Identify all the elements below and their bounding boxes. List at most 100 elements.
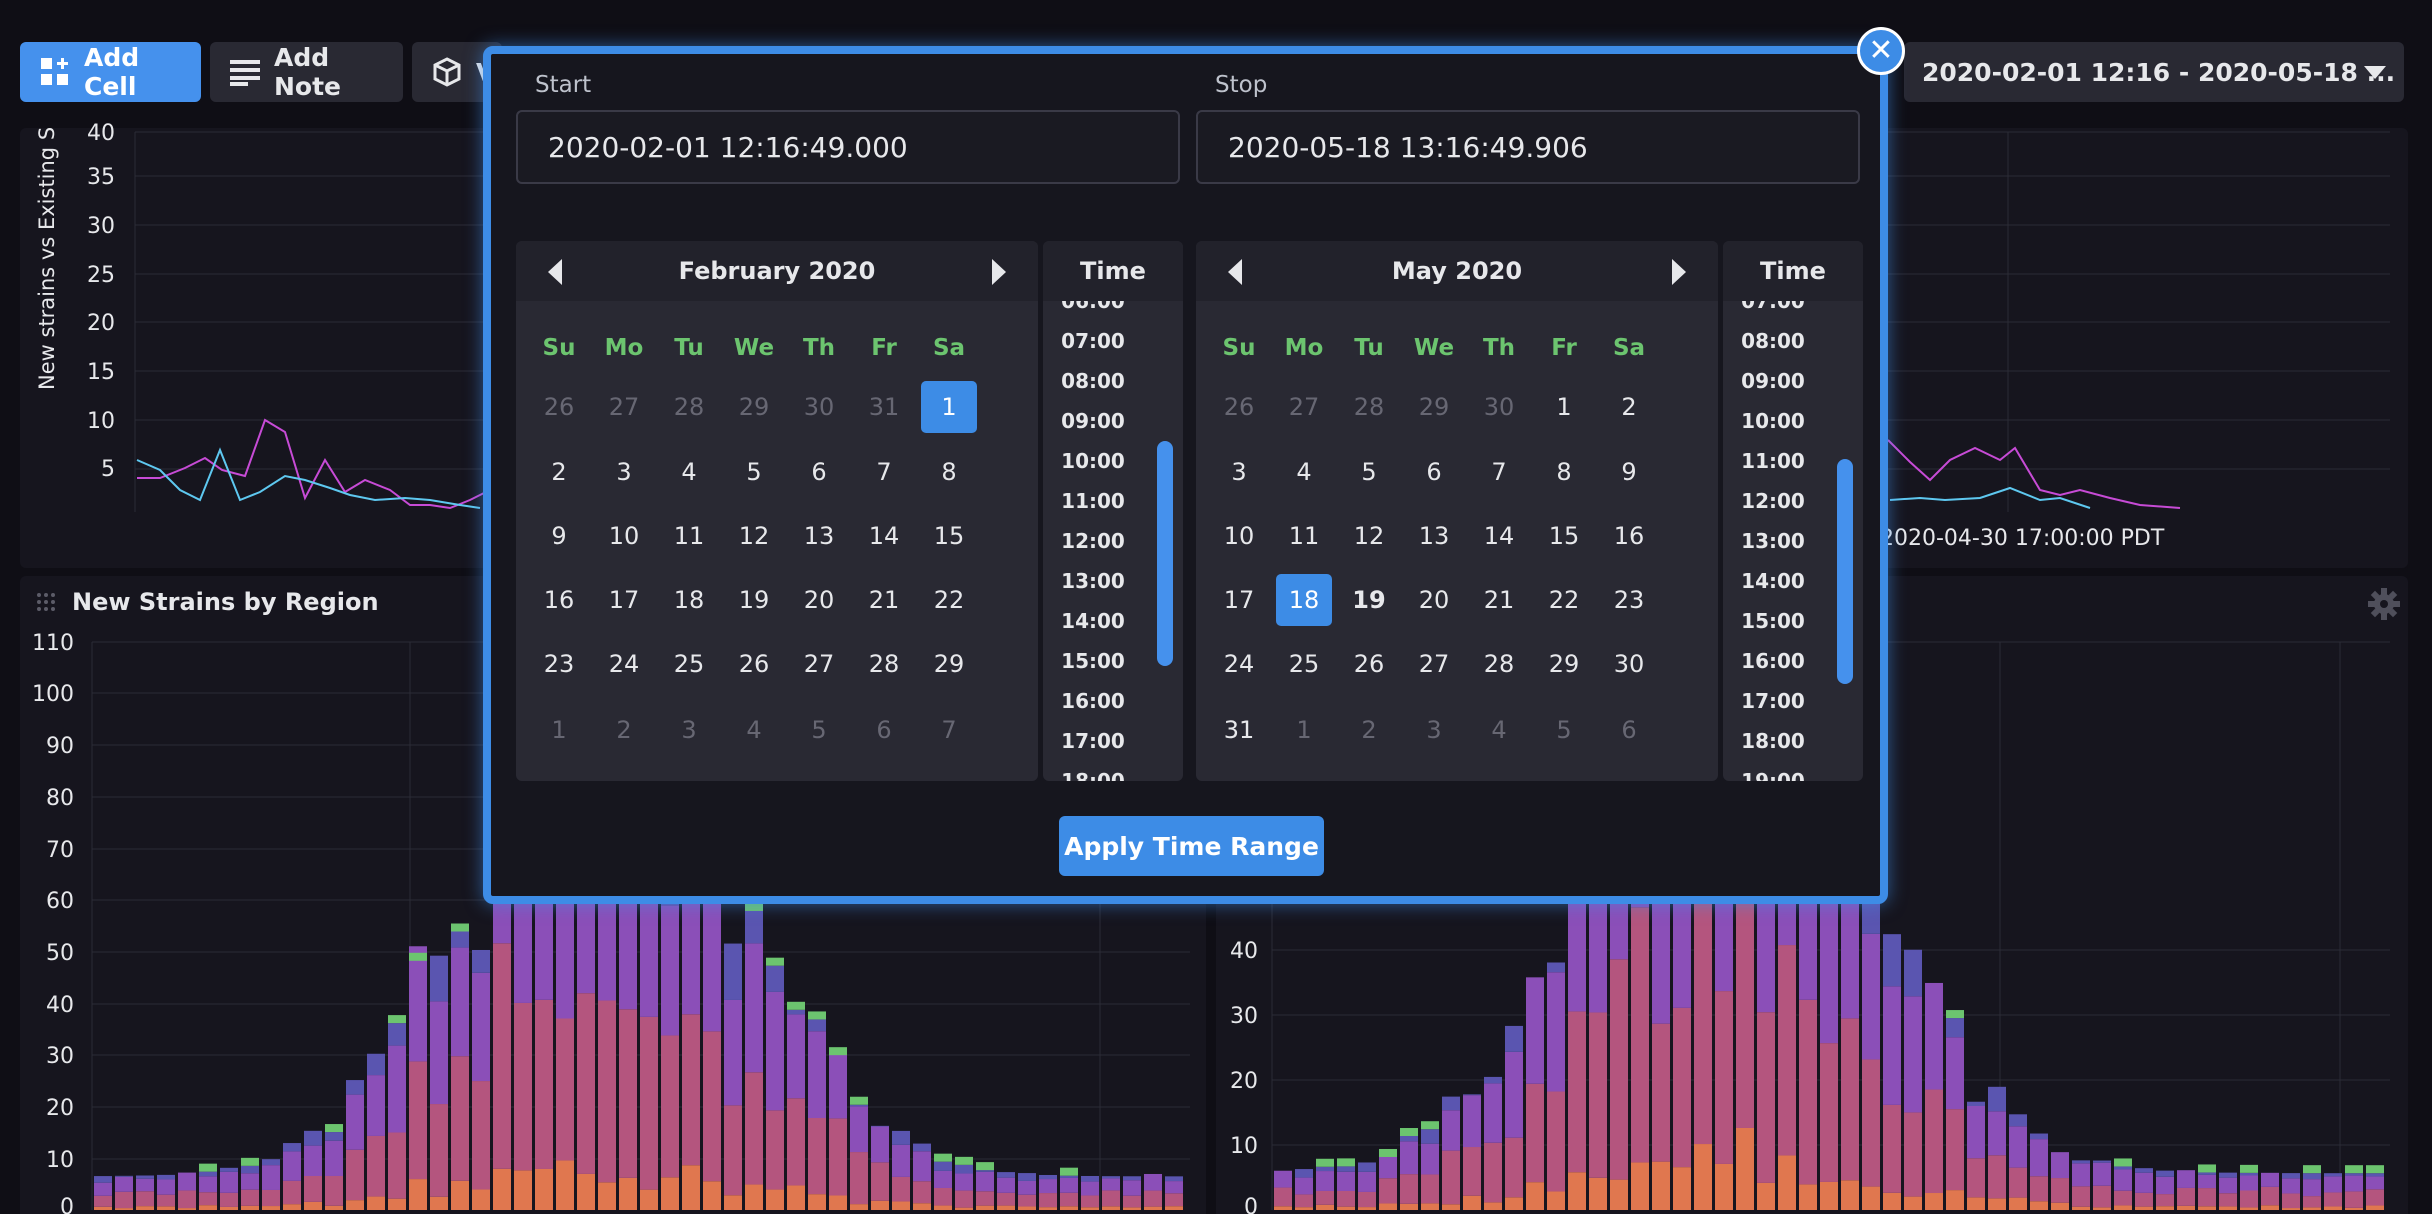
left-day-cell[interactable]: 27 <box>791 638 847 690</box>
left-day-cell[interactable]: 25 <box>661 638 717 690</box>
left-day-cell[interactable]: 10 <box>596 510 652 562</box>
right-day-cell[interactable]: 26 <box>1341 638 1397 690</box>
right-day-cell[interactable]: 30 <box>1471 381 1527 433</box>
left-day-cell[interactable]: 6 <box>791 446 847 498</box>
left-day-cell[interactable]: 13 <box>791 510 847 562</box>
right-day-cell[interactable]: 25 <box>1276 638 1332 690</box>
time-option[interactable]: 09:00 <box>1043 409 1143 433</box>
right-day-cell[interactable]: 8 <box>1536 446 1592 498</box>
right-day-cell[interactable]: 9 <box>1601 446 1657 498</box>
left-day-cell[interactable]: 26 <box>726 638 782 690</box>
right-day-cell[interactable]: 20 <box>1406 574 1462 626</box>
left-day-cell[interactable]: 28 <box>661 381 717 433</box>
left-day-cell[interactable]: 27 <box>596 381 652 433</box>
left-day-cell[interactable]: 28 <box>856 638 912 690</box>
next-month-arrow-icon[interactable] <box>1672 259 1686 285</box>
right-day-cell[interactable]: 12 <box>1341 510 1397 562</box>
left-day-cell[interactable]: 9 <box>531 510 587 562</box>
left-day-cell[interactable]: 31 <box>856 381 912 433</box>
time-option[interactable]: 07:00 <box>1043 329 1143 353</box>
right-day-cell[interactable]: 18 <box>1276 574 1332 626</box>
left-day-cell[interactable]: 7 <box>921 704 977 756</box>
time-option[interactable]: 13:00 <box>1043 569 1143 593</box>
left-day-cell[interactable]: 19 <box>726 574 782 626</box>
stop-time-scrollbar[interactable] <box>1837 459 1853 684</box>
right-day-cell[interactable]: 29 <box>1406 381 1462 433</box>
time-option[interactable]: 18:00 <box>1723 729 1823 753</box>
time-option[interactable]: 18:00 <box>1043 769 1143 781</box>
left-day-cell[interactable]: 6 <box>856 704 912 756</box>
left-day-cell[interactable]: 2 <box>596 704 652 756</box>
time-option[interactable]: 15:00 <box>1723 609 1823 633</box>
left-day-cell[interactable]: 5 <box>791 704 847 756</box>
left-day-cell[interactable]: 16 <box>531 574 587 626</box>
time-option[interactable]: 16:00 <box>1723 649 1823 673</box>
left-day-cell[interactable]: 12 <box>726 510 782 562</box>
left-day-cell[interactable]: 29 <box>726 381 782 433</box>
left-day-cell[interactable]: 26 <box>531 381 587 433</box>
right-day-cell[interactable]: 22 <box>1536 574 1592 626</box>
right-day-cell[interactable]: 4 <box>1471 704 1527 756</box>
start-datetime-input[interactable]: 2020-02-01 12:16:49.000 <box>516 110 1180 184</box>
drag-handle-icon[interactable] <box>36 592 56 616</box>
right-day-cell[interactable]: 27 <box>1276 381 1332 433</box>
left-day-cell[interactable]: 15 <box>921 510 977 562</box>
left-day-cell[interactable]: 29 <box>921 638 977 690</box>
right-day-cell[interactable]: 27 <box>1406 638 1462 690</box>
apply-time-range-button[interactable]: Apply Time Range <box>1059 816 1324 876</box>
time-option[interactable]: 17:00 <box>1043 729 1143 753</box>
right-day-cell[interactable]: 1 <box>1536 381 1592 433</box>
time-option[interactable]: 13:00 <box>1723 529 1823 553</box>
right-day-cell[interactable]: 7 <box>1471 446 1527 498</box>
right-day-cell[interactable]: 1 <box>1276 704 1332 756</box>
start-time-list[interactable]: Time 06:00 07:00 08:00 09:00 10:00 11:00 12:00… <box>1043 241 1183 781</box>
time-option[interactable]: 06:00 <box>1043 301 1143 313</box>
time-option[interactable]: 08:00 <box>1043 369 1143 393</box>
right-day-cell[interactable]: 3 <box>1211 446 1267 498</box>
time-option[interactable]: 10:00 <box>1043 449 1143 473</box>
left-day-cell[interactable]: 11 <box>661 510 717 562</box>
left-day-cell[interactable]: 7 <box>856 446 912 498</box>
time-option[interactable]: 17:00 <box>1723 689 1823 713</box>
right-day-cell[interactable]: 2 <box>1601 381 1657 433</box>
right-day-cell[interactable]: 30 <box>1601 638 1657 690</box>
left-day-cell[interactable]: 21 <box>856 574 912 626</box>
left-day-cell[interactable]: 4 <box>726 704 782 756</box>
right-day-cell[interactable]: 28 <box>1471 638 1527 690</box>
time-option[interactable]: 14:00 <box>1723 569 1823 593</box>
right-day-cell[interactable]: 15 <box>1536 510 1592 562</box>
left-day-cell[interactable]: 18 <box>661 574 717 626</box>
time-option[interactable]: 07:00 <box>1723 301 1823 313</box>
start-time-scrollbar[interactable] <box>1157 441 1173 666</box>
right-day-cell[interactable]: 5 <box>1536 704 1592 756</box>
time-option[interactable]: 10:00 <box>1723 409 1823 433</box>
left-day-cell[interactable]: 1 <box>921 381 977 433</box>
right-day-cell[interactable]: 26 <box>1211 381 1267 433</box>
right-day-cell[interactable]: 5 <box>1341 446 1397 498</box>
time-option[interactable]: 16:00 <box>1043 689 1143 713</box>
right-day-cell[interactable]: 4 <box>1276 446 1332 498</box>
right-day-cell[interactable]: 10 <box>1211 510 1267 562</box>
left-day-cell[interactable]: 30 <box>791 381 847 433</box>
right-day-cell[interactable]: 14 <box>1471 510 1527 562</box>
right-day-cell[interactable]: 17 <box>1211 574 1267 626</box>
right-day-cell[interactable]: 11 <box>1276 510 1332 562</box>
left-day-cell[interactable]: 2 <box>531 446 587 498</box>
time-option[interactable]: 11:00 <box>1723 449 1823 473</box>
time-option[interactable]: 19:00 <box>1723 769 1823 781</box>
right-day-cell[interactable]: 6 <box>1406 446 1462 498</box>
right-day-cell[interactable]: 21 <box>1471 574 1527 626</box>
left-day-cell[interactable]: 4 <box>661 446 717 498</box>
left-day-cell[interactable]: 14 <box>856 510 912 562</box>
stop-time-list[interactable]: Time 07:00 08:00 09:00 10:00 11:00 12:00 13:00… <box>1723 241 1863 781</box>
next-month-arrow-icon[interactable] <box>992 259 1006 285</box>
left-day-cell[interactable]: 5 <box>726 446 782 498</box>
close-picker-icon[interactable]: ✕ <box>1857 27 1905 75</box>
stop-datetime-input[interactable]: 2020-05-18 13:16:49.906 <box>1196 110 1860 184</box>
left-day-cell[interactable]: 22 <box>921 574 977 626</box>
left-day-cell[interactable]: 23 <box>531 638 587 690</box>
right-day-cell[interactable]: 31 <box>1211 704 1267 756</box>
right-day-cell[interactable]: 3 <box>1406 704 1462 756</box>
right-day-cell[interactable]: 19 <box>1341 574 1397 626</box>
right-day-cell[interactable]: 29 <box>1536 638 1592 690</box>
